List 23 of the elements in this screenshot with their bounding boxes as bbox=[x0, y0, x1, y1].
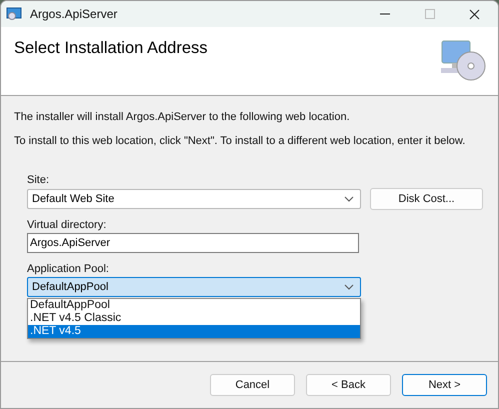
maximize-icon bbox=[425, 9, 435, 19]
page-title: Select Installation Address bbox=[14, 39, 208, 58]
wizard-button[interactable]: Next > bbox=[402, 374, 487, 396]
chevron-down-icon bbox=[344, 284, 354, 290]
intro-text: The installer will install Argos.ApiServer to the following web location. bbox=[14, 111, 351, 123]
app-icon bbox=[6, 7, 22, 21]
dropdown-option[interactable]: .NET v4.5 bbox=[28, 325, 360, 338]
disk-cost-button[interactable]: Disk Cost... bbox=[370, 188, 483, 210]
virtual-directory-label: Virtual directory: bbox=[27, 219, 108, 231]
wizard-button[interactable]: < Back bbox=[306, 374, 391, 396]
window-title: Argos.ApiServer bbox=[30, 7, 118, 21]
virtual-directory-field[interactable]: Argos.ApiServer bbox=[27, 233, 359, 253]
dropdown-option[interactable]: .NET v4.5 Classic bbox=[28, 312, 360, 325]
application-pool-label: Application Pool: bbox=[27, 263, 110, 275]
close-icon[interactable] bbox=[469, 8, 480, 20]
dropdown-option[interactable]: DefaultAppPool bbox=[28, 299, 360, 312]
application-pool-dropdown[interactable]: DefaultAppPool bbox=[27, 277, 361, 297]
chevron-down-icon bbox=[344, 196, 354, 202]
instruction-text: To install to this web location, click "Next". To install to a different web location, enter it below. bbox=[14, 135, 466, 147]
computer-disc-icon bbox=[440, 39, 486, 81]
site-label: Site: bbox=[27, 174, 50, 186]
wizard-button[interactable]: Cancel bbox=[210, 374, 295, 396]
site-dropdown[interactable]: Default Web Site bbox=[27, 189, 361, 209]
